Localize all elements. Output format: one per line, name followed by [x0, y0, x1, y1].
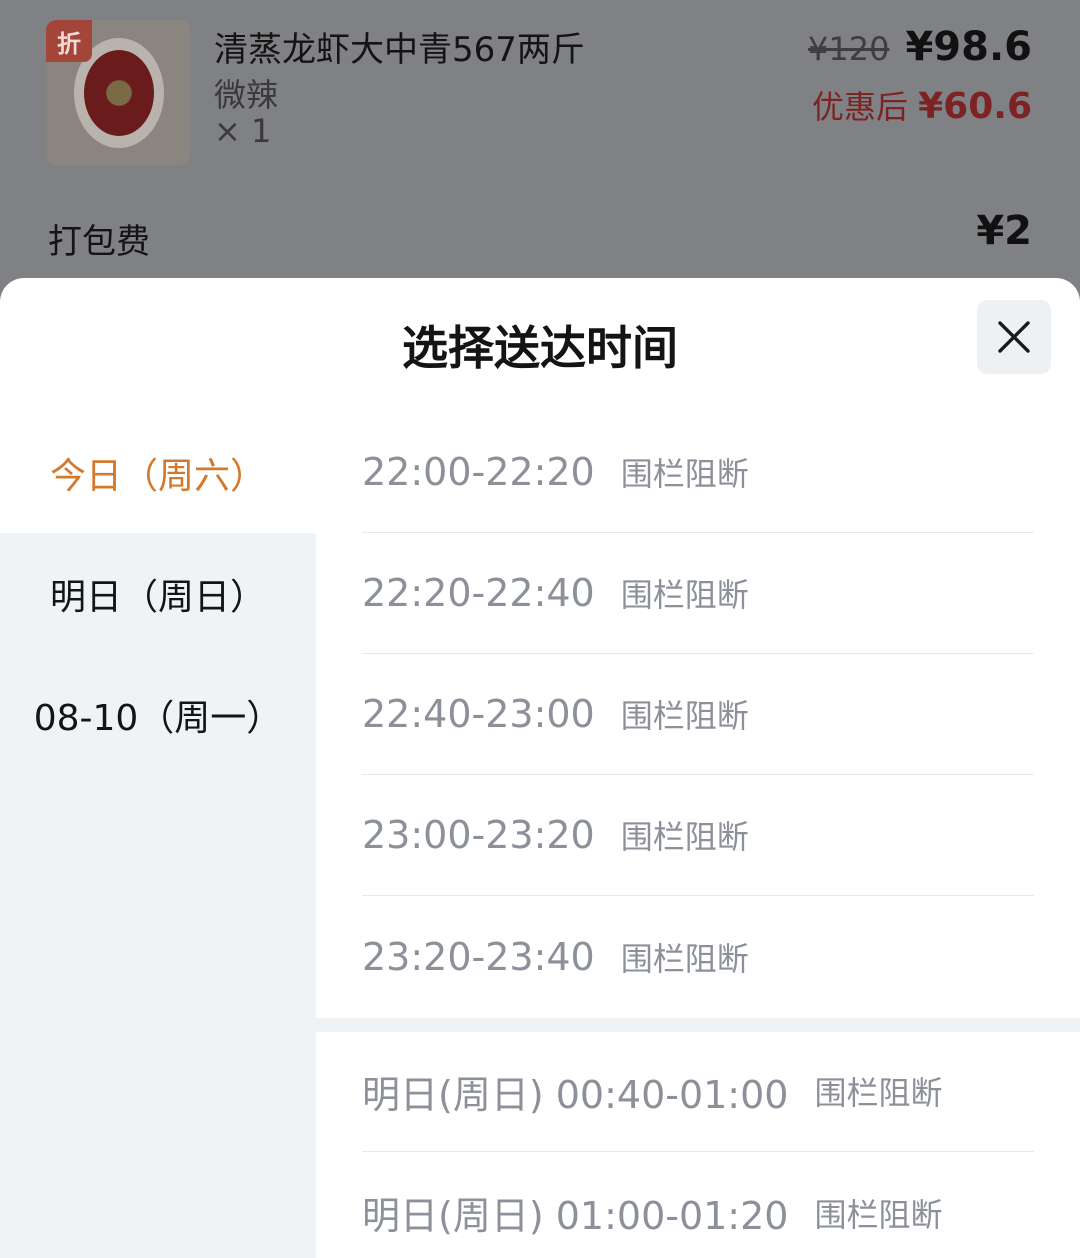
- slot-time: 明日(周日) 01:00-01:20: [362, 1194, 789, 1238]
- item-name: 清蒸龙虾大中青567两斤: [214, 30, 585, 70]
- close-icon: [998, 321, 1030, 353]
- slot-time: 22:20-22:40: [362, 571, 595, 615]
- close-button[interactable]: [977, 300, 1051, 374]
- item-quantity: × 1: [214, 112, 272, 150]
- price-row: ¥120 ¥98.6: [808, 24, 1032, 70]
- section-divider: [316, 1018, 1080, 1032]
- slot-status: 围栏阻断: [620, 818, 749, 856]
- after-discount-price: ¥60.6: [918, 86, 1032, 127]
- item-thumbnail: 折: [46, 20, 190, 165]
- slot-status: 围栏阻断: [620, 455, 749, 493]
- time-slot[interactable]: 23:20-23:40 围栏阻断: [362, 896, 1034, 1017]
- delivery-time-page: 折 清蒸龙虾大中青567两斤 微辣 × 1 ¥120 ¥98.6 优惠后 ¥60…: [0, 0, 1080, 1258]
- delivery-time-sheet: 选择送达时间 今日（周六） 明日（周日） 08-10（周一） 22:00-22:…: [0, 278, 1080, 1258]
- slot-status: 围栏阻断: [814, 1195, 943, 1234]
- time-slot[interactable]: 明日(周日) 00:40-01:00 围栏阻断: [362, 1031, 1034, 1152]
- slot-time: 23:20-23:40: [362, 934, 595, 979]
- time-slot[interactable]: 22:20-22:40 围栏阻断: [362, 533, 1034, 654]
- slot-status: 围栏阻断: [620, 939, 749, 978]
- time-slot[interactable]: 22:40-23:00 围栏阻断: [362, 654, 1034, 775]
- slot-status: 围栏阻断: [814, 1074, 943, 1112]
- original-price: ¥120: [808, 30, 890, 68]
- sheet-title: 选择送达时间: [402, 321, 678, 375]
- packaging-fee-label: 打包费: [48, 222, 150, 262]
- crayfish-image: [84, 50, 154, 136]
- after-discount-label: 优惠后: [811, 88, 908, 126]
- slot-time: 22:40-23:00: [362, 692, 595, 736]
- date-tab-tomorrow[interactable]: 明日（周日）: [0, 533, 316, 654]
- slot-time: 23:00-23:20: [362, 813, 595, 857]
- slot-time: 22:00-22:20: [362, 450, 595, 494]
- discount-badge: 折: [46, 20, 92, 62]
- time-slot[interactable]: 23:00-23:20 围栏阻断: [362, 775, 1034, 896]
- slot-time: 明日(周日) 00:40-01:00: [362, 1072, 789, 1117]
- after-discount-row: 优惠后 ¥60.6: [812, 82, 1032, 128]
- current-price: ¥98.6: [905, 24, 1032, 70]
- order-summary-backdrop[interactable]: 折 清蒸龙虾大中青567两斤 微辣 × 1 ¥120 ¥98.6 优惠后 ¥60…: [0, 0, 1080, 300]
- item-spec: 微辣: [214, 76, 279, 114]
- time-slot-list: 22:00-22:20 围栏阻断 22:20-22:40 围栏阻断 22:40-…: [316, 412, 1080, 1258]
- date-list: 今日（周六） 明日（周日） 08-10（周一）: [0, 412, 316, 1258]
- date-tab-0810[interactable]: 08-10（周一）: [0, 654, 316, 775]
- time-slot[interactable]: 明日(周日) 01:00-01:20 围栏阻断: [362, 1152, 1034, 1258]
- date-tab-today[interactable]: 今日（周六）: [0, 412, 316, 533]
- slot-status: 围栏阻断: [620, 697, 749, 735]
- slot-status: 围栏阻断: [620, 576, 749, 614]
- packaging-fee-price: ¥2: [976, 208, 1032, 254]
- time-slot[interactable]: 22:00-22:20 围栏阻断: [362, 412, 1034, 533]
